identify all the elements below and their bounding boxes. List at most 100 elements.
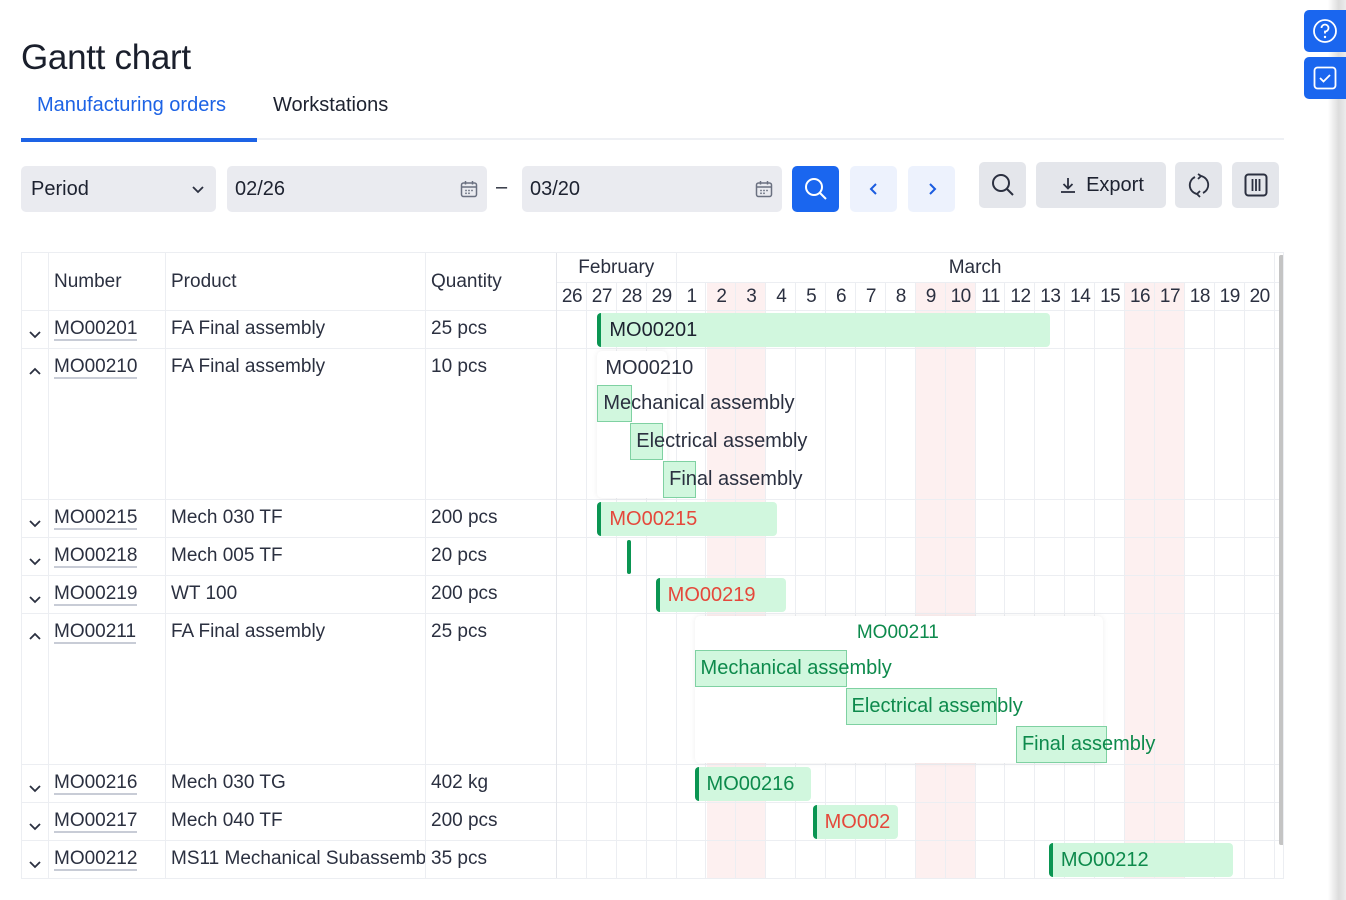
expand-toggle[interactable] xyxy=(22,576,49,613)
collapse-toggle[interactable] xyxy=(22,349,49,499)
column-header-number[interactable]: Number xyxy=(49,253,166,311)
day-column xyxy=(1245,283,1275,878)
column-header-product[interactable]: Product xyxy=(166,253,426,311)
order-bar[interactable]: MO002 xyxy=(812,805,898,839)
product-cell: FA Final assembly xyxy=(166,311,426,348)
calendar-icon[interactable] xyxy=(754,179,774,199)
table-row: MO00216 Mech 030 TG 402 kg xyxy=(22,765,556,803)
quantity-cell: 25 pcs xyxy=(431,621,487,642)
row-divider xyxy=(557,575,1283,576)
milestone-marker[interactable] xyxy=(627,540,632,574)
operation-label: Electrical assembly xyxy=(851,695,1023,717)
quantity-cell: 10 pcs xyxy=(431,356,487,377)
expand-toggle[interactable] xyxy=(22,500,49,537)
date-to-input[interactable]: 03/20 xyxy=(522,166,782,212)
expand-toggle[interactable] xyxy=(22,765,49,802)
row-divider xyxy=(557,348,1283,349)
month-label: February xyxy=(557,253,677,283)
day-column xyxy=(1095,283,1126,878)
row-divider xyxy=(557,802,1283,803)
order-bar-label: MO002 xyxy=(824,810,891,833)
checkbox-icon xyxy=(1313,66,1337,90)
order-number-link[interactable]: MO00215 xyxy=(54,507,138,530)
product-cell: Mech 040 TF xyxy=(166,803,426,840)
expand-toggle[interactable] xyxy=(22,311,49,348)
export-button[interactable]: Export xyxy=(1036,162,1166,208)
day-column xyxy=(1065,283,1096,878)
order-number-link[interactable]: MO00210 xyxy=(54,356,138,379)
day-column xyxy=(1185,283,1215,878)
chevron-down-icon xyxy=(29,861,41,869)
vertical-scrollbar[interactable] xyxy=(1279,255,1283,845)
day-column xyxy=(826,283,856,878)
order-bar[interactable]: MO00219 xyxy=(655,578,786,612)
order-number-link[interactable]: MO00201 xyxy=(54,318,138,341)
day-label: 12 xyxy=(1010,286,1031,307)
quantity-cell: 402 kg xyxy=(431,772,489,793)
order-number-link[interactable]: MO00216 xyxy=(54,772,138,795)
tasks-button[interactable] xyxy=(1304,57,1346,99)
tab-manufacturing-orders[interactable]: Manufacturing orders xyxy=(21,94,257,142)
quantity-cell: 200 pcs xyxy=(431,810,498,831)
period-select-value: Period xyxy=(31,177,89,200)
chevron-down-icon xyxy=(29,596,41,604)
order-number-cell: MO00212 xyxy=(49,841,166,878)
day-label: 29 xyxy=(651,286,673,307)
tab-workstations[interactable]: Workstations xyxy=(257,94,404,138)
row-divider xyxy=(557,764,1283,765)
operation-label: Final assembly xyxy=(669,468,803,490)
day-column xyxy=(1006,283,1036,878)
day-label: 11 xyxy=(981,286,1000,307)
find-button[interactable] xyxy=(979,162,1026,208)
expand-toggle[interactable] xyxy=(22,803,49,840)
download-icon xyxy=(1061,178,1076,193)
weekend-column xyxy=(1155,283,1185,878)
apply-search-button[interactable] xyxy=(792,166,839,212)
order-number-link[interactable]: MO00218 xyxy=(54,545,138,568)
order-number-link[interactable]: MO00212 xyxy=(54,848,138,871)
refresh-button[interactable] xyxy=(1175,162,1222,208)
table-row: MO00211 FA Final assembly 25 pcs xyxy=(22,614,556,765)
order-bar[interactable]: MO00215 xyxy=(597,502,777,536)
table-row: MO00218 Mech 005 TF 20 pcs xyxy=(22,538,556,576)
quantity-cell: 200 pcs xyxy=(431,583,498,604)
previous-period-button[interactable] xyxy=(850,166,897,212)
product-cell: WT 100 xyxy=(166,576,426,613)
help-button[interactable] xyxy=(1304,10,1346,52)
search-icon xyxy=(991,174,1014,196)
expand-toggle[interactable] xyxy=(22,841,49,878)
order-number-link[interactable]: MO00219 xyxy=(54,583,138,606)
columns-button[interactable] xyxy=(1232,162,1279,208)
operation-label: Electrical assembly xyxy=(636,430,808,452)
order-number-cell: MO00215 xyxy=(49,500,166,537)
order-number-cell: MO00217 xyxy=(49,803,166,840)
date-from-input[interactable]: 02/26 xyxy=(227,166,487,212)
product-cell: Mech 030 TG xyxy=(166,765,426,802)
collapse-toggle[interactable] xyxy=(22,614,49,764)
day-column xyxy=(856,283,886,878)
order-number-link[interactable]: MO00211 xyxy=(54,621,137,644)
period-select[interactable]: Period xyxy=(21,166,216,212)
expanded-order-title[interactable]: MO00211 xyxy=(857,622,939,644)
expanded-order-title[interactable]: MO00210 xyxy=(605,357,693,380)
order-number-cell: MO00210 xyxy=(49,349,166,499)
order-bar[interactable]: MO00216 xyxy=(694,767,812,801)
order-number-link[interactable]: MO00217 xyxy=(54,810,138,833)
table-header: Number Product Quantity xyxy=(22,253,556,311)
chevron-up-icon xyxy=(29,632,41,640)
chevron-up-icon xyxy=(29,367,41,375)
day-label: 28 xyxy=(621,286,643,307)
month-label: March xyxy=(677,253,1275,283)
next-period-button[interactable] xyxy=(908,166,955,212)
chevron-down-icon xyxy=(29,520,41,528)
operation-label: Mechanical assembly xyxy=(700,657,892,679)
search-icon xyxy=(804,178,827,200)
quantity-cell: 200 pcs xyxy=(431,507,498,528)
order-bar[interactable]: MO00201 xyxy=(597,313,1051,347)
calendar-icon[interactable] xyxy=(459,179,479,199)
column-header-quantity[interactable]: Quantity xyxy=(426,253,557,311)
page-title: Gantt chart xyxy=(21,38,191,77)
order-bar[interactable]: MO00212 xyxy=(1048,843,1233,877)
expand-toggle[interactable] xyxy=(22,538,49,575)
day-label: 1 xyxy=(686,286,698,307)
